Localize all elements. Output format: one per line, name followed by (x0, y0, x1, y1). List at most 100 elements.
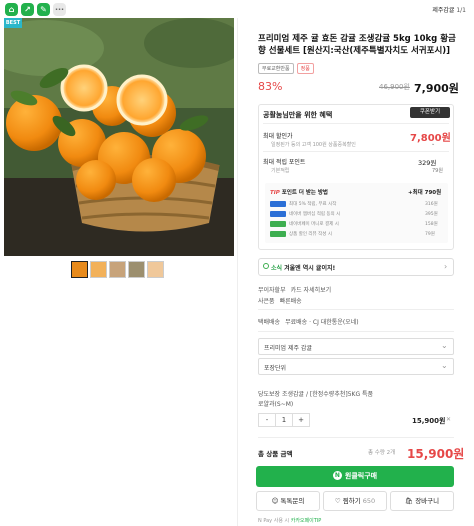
store-name: 제주감귤 (432, 7, 455, 14)
delivery-row: 택배배송 무료배송 · CJ 대한통운(오네) (258, 317, 359, 326)
max-points-value: 329원 (418, 159, 437, 167)
tip-value: 395원 (425, 212, 438, 217)
selected-option-line-1: 당도보장 조생감귤 / [한정수량추천]5KG 특품 (258, 391, 374, 398)
close-icon[interactable]: ✕ (446, 416, 451, 423)
heart-icon: ♡ (334, 497, 341, 505)
product-title: 프리미엄 제주 귤 효돈 감귤 조생감귤 5kg 10kg 황금향 선물세트 [… (258, 34, 456, 56)
cart-icon: 🛍 (404, 497, 414, 505)
tip-value: 79원 (425, 232, 435, 237)
tip-prefix: TIP (270, 190, 280, 196)
sale-price: 7,900원 (414, 82, 459, 95)
talk-label: 톡톡문의 (280, 497, 305, 505)
max-points-sub: 기본적립 (271, 168, 290, 174)
tip-value: 158원 (425, 222, 438, 227)
column-divider (237, 18, 238, 526)
divider (263, 151, 449, 152)
promo-message: 겨울엔 역시 귤이지! (284, 265, 336, 272)
thumbnail-strip (71, 261, 164, 278)
delivery-value: 무료배송 · CJ 대한통운(오네) (285, 319, 359, 326)
tip-text: 상품 할인 리뷰 작성 시 (289, 232, 332, 237)
footnote: N Pay 사용 시 카카오페이TIP (258, 517, 321, 524)
delivery-label: 택배배송 (258, 319, 281, 326)
plus-button[interactable]: + (293, 414, 309, 426)
chat-icon[interactable]: ✎ (37, 3, 50, 16)
max-discount-label: 최대 할인가 (263, 133, 293, 140)
best-badge: BEST (4, 18, 22, 28)
chevron-down-icon: ⌄ (441, 341, 448, 350)
option-select-1-value: 프리미엄 제주 감귤 (264, 345, 312, 352)
share-icon[interactable]: ↗ (21, 3, 34, 16)
gift-label: 사은품 (258, 298, 275, 305)
membership-badge-icon (270, 201, 286, 207)
buy-button[interactable]: N 원클릭구매 (256, 466, 454, 487)
quantity-value[interactable]: 1 (275, 414, 293, 426)
divider (258, 309, 454, 310)
store-indicator[interactable]: 제주감귤 1/1 (432, 5, 466, 14)
tip-row[interactable]: 네이버페이 머니로 결제 시 (270, 221, 339, 227)
option-select-2[interactable] (258, 358, 454, 375)
chevron-right-icon: › (444, 262, 448, 271)
tip-title: TIP 포인트 더 받는 방법 (270, 188, 328, 196)
card-details-link[interactable]: 카드 자세히보기 (291, 287, 332, 294)
tip-row[interactable]: 상품 할인 리뷰 작성 시 (270, 231, 332, 237)
tag-genuine: 정품 (296, 63, 314, 74)
gift-row: 사은품 빠른배송 (258, 296, 302, 305)
max-discount-sub: 일정된가 등의 고객 100원 상품중복할인 (271, 142, 356, 148)
discount-rate: 83% (258, 80, 283, 93)
thumbnail[interactable] (90, 261, 107, 278)
tip-title-text: 포인트 더 받는 방법 (281, 190, 328, 196)
cart-button[interactable]: 🛍 장바구니 (390, 491, 454, 511)
total-quantity: 총 수량 2개 (368, 450, 396, 456)
original-price: 46,900원 (379, 83, 410, 91)
coupon-button[interactable]: 쿠폰받기 (410, 107, 450, 118)
thumbnail[interactable] (147, 261, 164, 278)
review-badge-icon (270, 231, 286, 237)
installment-label: 무이자할부 (258, 287, 286, 294)
like-label: 찜하기 (342, 497, 361, 505)
chevron-down-icon[interactable]: ⌄ (431, 141, 435, 147)
tip-value: 316원 (425, 202, 438, 207)
tip-row[interactable]: 네이버 멤버십 적립 동의 시 (270, 211, 340, 217)
promo-brand: 소식 (271, 265, 283, 272)
quantity-stepper: - 1 + (258, 413, 310, 427)
buy-button-label: 원클릭구매 (344, 472, 378, 480)
max-points-label: 최대 적립 포인트 (263, 159, 306, 166)
installment-row: 무이자할부 카드 자세히보기 (258, 285, 331, 294)
thumbnail[interactable] (109, 261, 126, 278)
selected-option-line-2: 로얄과(S~M) (258, 401, 294, 408)
minus-button[interactable]: - (259, 414, 275, 426)
divider (263, 123, 449, 124)
base-points: 79원 (432, 168, 443, 174)
thumbnail[interactable] (128, 261, 145, 278)
page-indicator: 1/1 (456, 7, 466, 14)
footnote-prefix: N Pay 사용 시 (258, 518, 290, 524)
tip-text: 최대 5% 적립, 무료 시작 (289, 202, 337, 207)
option-select-2-value: 포장단위 (264, 365, 287, 372)
footnote-highlight[interactable]: 카카오페이TIP (291, 518, 322, 524)
tip-total: +최대 790원 (408, 190, 442, 196)
cart-label: 장바구니 (415, 497, 440, 505)
top-bar: ⌂ ↗ ✎ ··· 제주감귤 1/1 (0, 0, 474, 18)
talk-icon: ☺ (271, 497, 279, 505)
benefit-title: 공활눔님만을 위한 혜택 (263, 111, 333, 119)
tip-row[interactable]: 최대 5% 적립, 무료 시작 (270, 201, 336, 207)
tip-text: 네이버페이 머니로 결제 시 (289, 222, 339, 227)
like-count: 650 (362, 497, 376, 505)
thumbnail[interactable] (71, 261, 88, 278)
promo-icon (263, 263, 269, 269)
gift-value: 빠른배송 (279, 298, 302, 305)
tag-free-return: 무료교환반품 (258, 63, 294, 74)
pay-badge-icon (270, 221, 286, 227)
home-icon[interactable]: ⌂ (5, 3, 18, 16)
total-label: 총 상품 금액 (258, 450, 293, 458)
product-tags: 무료교환반품 정품 (258, 63, 314, 74)
more-icon[interactable]: ··· (53, 3, 66, 16)
divider (258, 437, 454, 438)
divider (258, 331, 454, 332)
like-button[interactable]: ♡ 찜하기 650 (323, 491, 387, 511)
npay-icon: N (332, 471, 342, 480)
product-main-image[interactable] (4, 18, 234, 256)
membership-badge-icon (270, 211, 286, 217)
talk-button[interactable]: ☺ 톡톡문의 (256, 491, 320, 511)
total-price: 15,900원 (407, 447, 465, 461)
